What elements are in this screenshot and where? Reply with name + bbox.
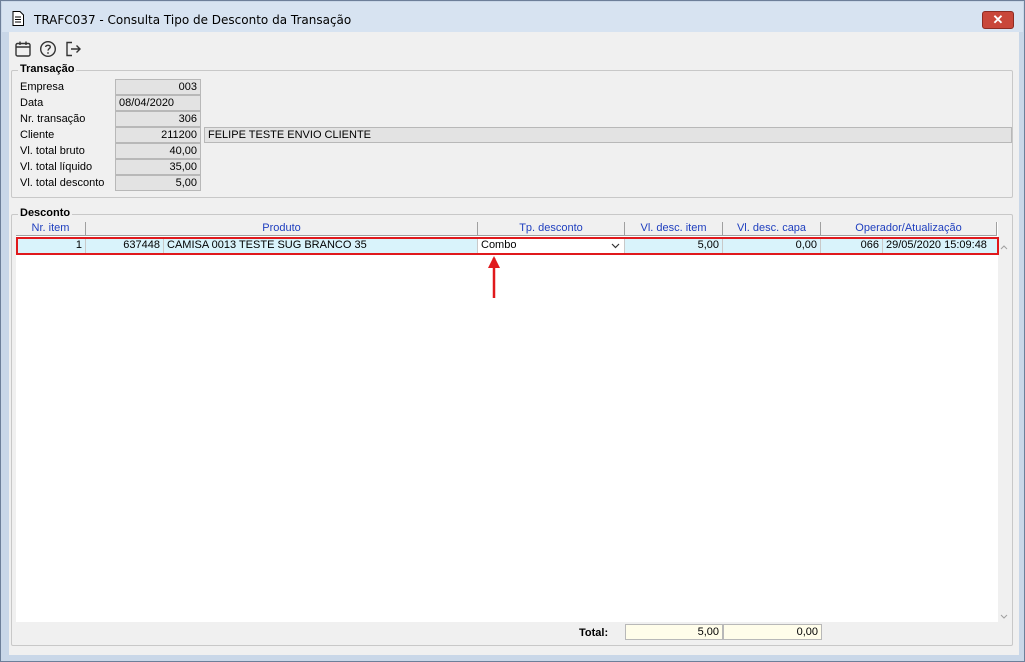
- scroll-down-icon[interactable]: [1000, 614, 1008, 619]
- help-icon[interactable]: [39, 40, 57, 58]
- cliente-name-field[interactable]: FELIPE TESTE ENVIO CLIENTE: [204, 127, 1012, 143]
- total-vl-desc-capa: 0,00: [723, 624, 822, 640]
- window-client-area: Transação Empresa 003 Data 08/04/2020 Nr…: [9, 32, 1019, 655]
- column-header-produto[interactable]: Produto: [86, 222, 478, 236]
- document-icon: [12, 11, 24, 26]
- column-header-operador[interactable]: Operador/Atualização: [821, 222, 997, 236]
- vl-total-bruto-label: Vl. total bruto: [20, 145, 85, 157]
- app-window: TRAFC037 - Consulta Tipo de Desconto da …: [0, 0, 1025, 662]
- cliente-code-field[interactable]: 211200: [115, 127, 201, 143]
- vl-total-liquido-label: Vl. total líquido: [20, 161, 93, 173]
- grid-vertical-scrollbar[interactable]: [998, 237, 1010, 623]
- vl-total-liquido-field[interactable]: 35,00: [115, 159, 201, 175]
- column-header-tp-desconto[interactable]: Tp. desconto: [478, 222, 625, 236]
- desconto-grid: Nr. item Produto Tp. desconto Vl. desc. …: [16, 222, 998, 622]
- data-label: Data: [20, 97, 44, 109]
- nr-transacao-field[interactable]: 306: [115, 111, 201, 127]
- empresa-label: Empresa: [20, 81, 65, 93]
- calendar-icon[interactable]: [14, 40, 32, 58]
- transacao-group-title: Transação: [18, 63, 77, 75]
- column-header-vl-desc-item[interactable]: Vl. desc. item: [625, 222, 723, 236]
- toolbar: [9, 32, 1019, 64]
- empresa-field[interactable]: 003: [115, 79, 201, 95]
- window-title: TRAFC037 - Consulta Tipo de Desconto da …: [34, 13, 352, 27]
- vl-total-desconto-label: Vl. total desconto: [20, 177, 105, 189]
- close-button[interactable]: ✕: [982, 11, 1014, 29]
- title-bar[interactable]: TRAFC037 - Consulta Tipo de Desconto da …: [2, 2, 1023, 32]
- exit-icon[interactable]: [64, 40, 82, 58]
- desconto-group-title: Desconto: [18, 207, 73, 219]
- total-vl-desc-item: 5,00: [625, 624, 723, 640]
- vl-total-desconto-field[interactable]: 5,00: [115, 175, 201, 191]
- column-header-nr-item[interactable]: Nr. item: [16, 222, 86, 236]
- row-highlight-annotation: [16, 237, 999, 255]
- scroll-up-icon[interactable]: [1000, 245, 1008, 250]
- total-label: Total:: [579, 627, 609, 639]
- column-header-vl-desc-capa[interactable]: Vl. desc. capa: [723, 222, 821, 236]
- cliente-label: Cliente: [20, 129, 55, 141]
- vl-total-bruto-field[interactable]: 40,00: [115, 143, 201, 159]
- data-field[interactable]: 08/04/2020: [115, 95, 201, 111]
- nr-transacao-label: Nr. transação: [20, 113, 86, 125]
- annotation-arrow: [488, 256, 500, 298]
- transacao-group: Transação Empresa 003 Data 08/04/2020 Nr…: [11, 63, 1013, 198]
